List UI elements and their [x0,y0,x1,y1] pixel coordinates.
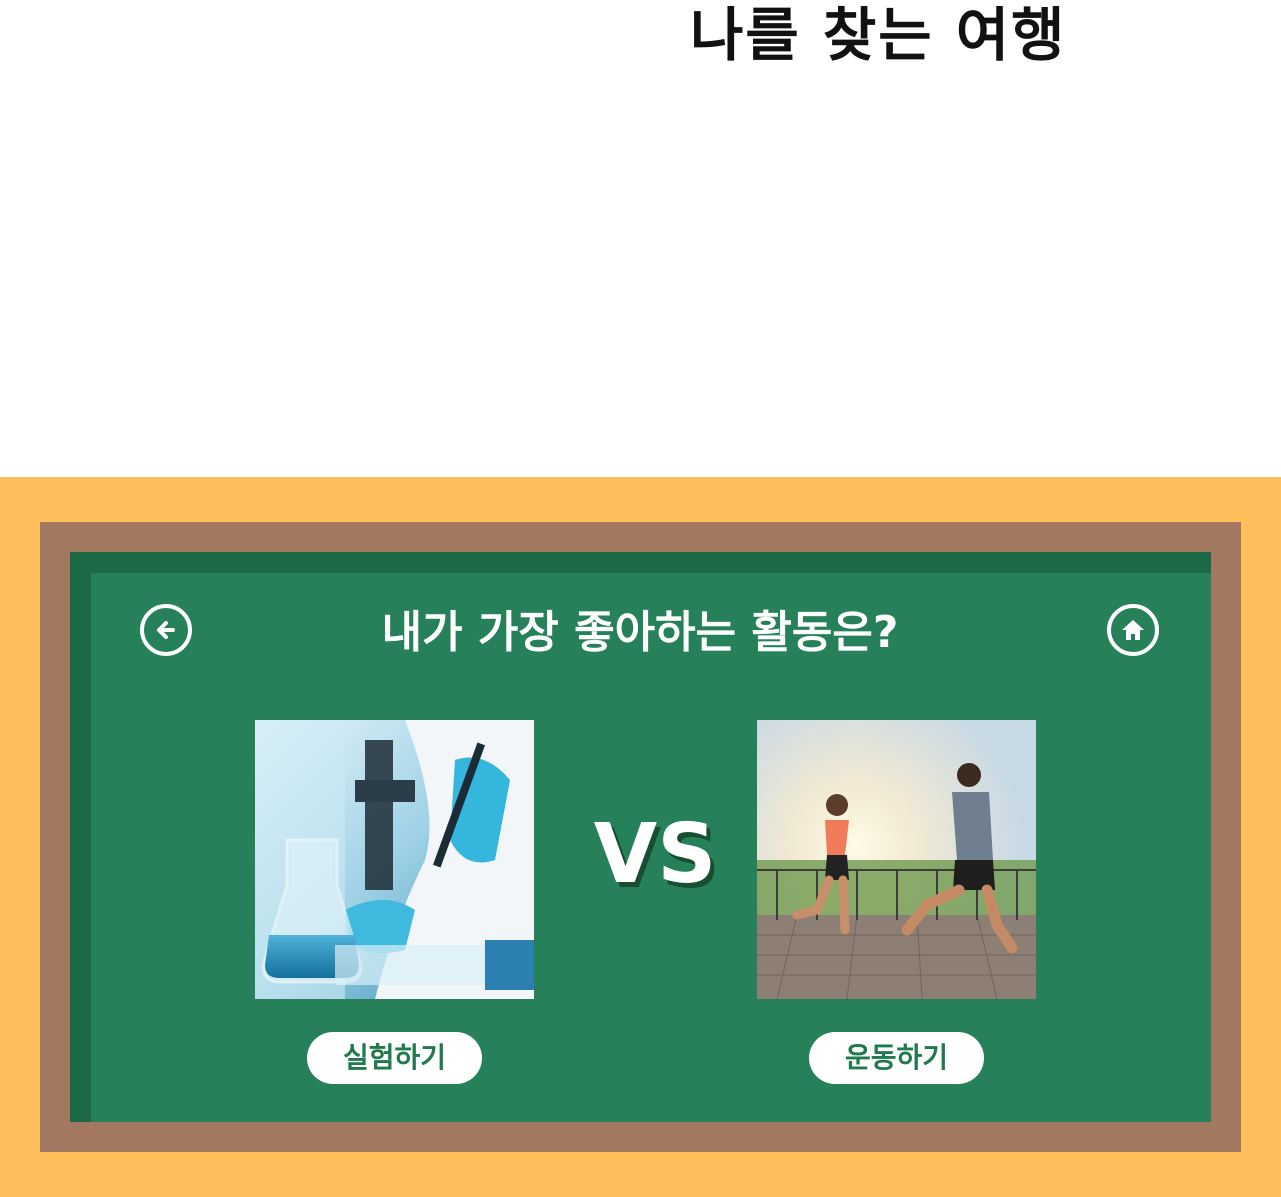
experiment-choice-button[interactable]: 실험하기 [307,1032,482,1084]
back-arrow-icon [157,621,175,639]
exercise-choice-button[interactable]: 운동하기 [809,1032,984,1084]
exercise-option-image[interactable] [757,720,1036,999]
home-icon [1122,620,1144,640]
experiment-option-image[interactable] [255,720,534,999]
question-title: 내가 가장 좋아하는 활동은? [381,607,899,658]
home-button[interactable] [1107,604,1159,656]
vs-label: VS [593,807,717,902]
page-title: 나를 찾는 여행 [690,1,1067,69]
back-button[interactable] [140,604,192,656]
